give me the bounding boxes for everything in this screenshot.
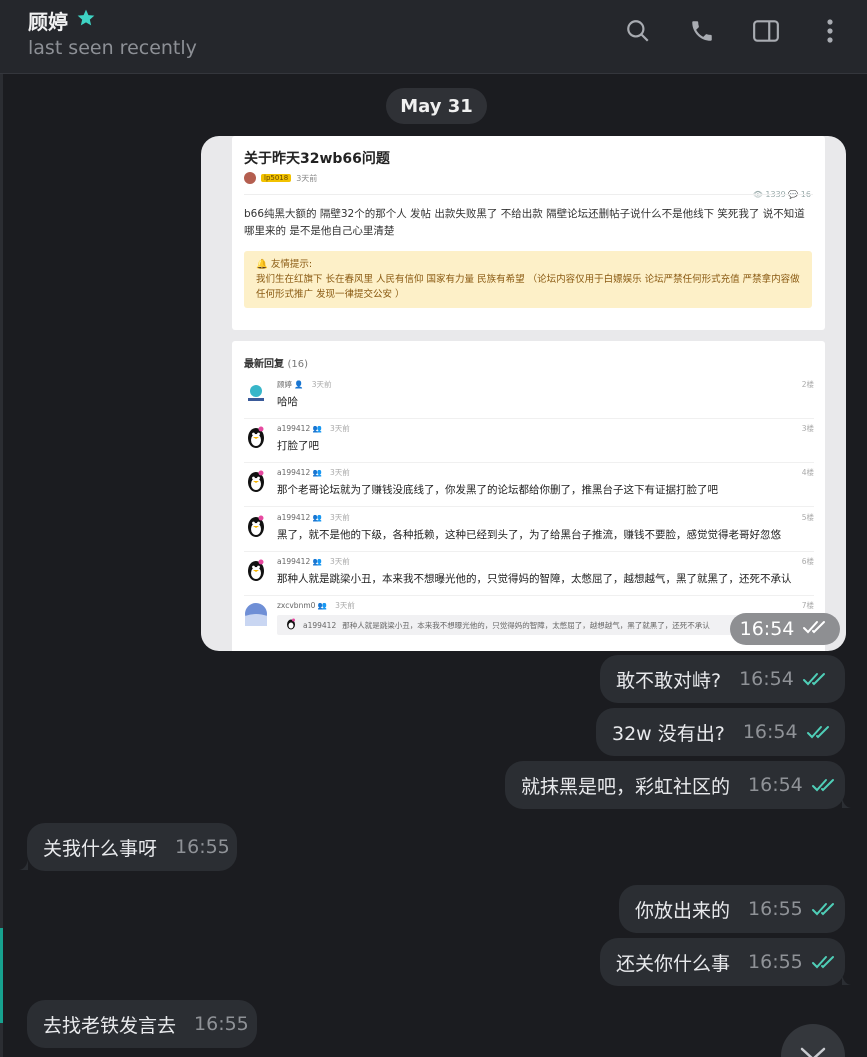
message-time: 16:55	[175, 836, 230, 858]
reply-user: a199412 👥 3天前	[277, 468, 350, 477]
avatar	[244, 602, 268, 626]
reply-item: a199412 👥 3天前 6楼 那种人就是跳梁小丑，本来我不想曝光他的，只觉得妈…	[244, 552, 814, 596]
bubble-tail	[842, 798, 852, 808]
image-message[interactable]: 关于昨天32wb66问题 lp5018 3天前 👁 1339 💬 16 b66纯…	[201, 136, 846, 651]
message-time: 16:55	[748, 898, 803, 920]
date-separator: May 31	[386, 88, 487, 124]
reply-text: 黑了，就不是他的下级，各种抵赖，这种已经到头了，为了给黑台子推流，赚钱不要脸，感…	[277, 529, 781, 541]
reply-text: 那种人就是跳梁小丑，本来我不想曝光他的，只觉得妈的智障，太憋屈了，越想越气，黑了…	[277, 573, 792, 585]
reply-item: 顾婷 👤 3天前 2楼 哈哈	[244, 375, 814, 419]
quote-user: a199412	[303, 620, 337, 630]
more-vert-icon[interactable]	[813, 14, 847, 48]
reply-floor: 5楼	[801, 513, 814, 522]
message-out[interactable]: 敢不敢对峙? 16:54	[600, 655, 845, 703]
post-card: 关于昨天32wb66问题 lp5018 3天前 👁 1339 💬 16 b66纯…	[232, 136, 825, 330]
reply-user: a199412 👥 3天前	[277, 424, 350, 433]
penguin-icon	[285, 618, 297, 632]
reply-text: 那个老哥论坛就为了赚钱没底线了，你发黑了的论坛都给你删了，推黑台子这下有证据打脸…	[277, 484, 718, 496]
contact-name[interactable]: 顾婷	[28, 6, 68, 35]
double-check-icon	[802, 671, 830, 687]
reply-user: zxcvbnm0 👥 3天前	[277, 601, 355, 610]
message-out[interactable]: 32w 没有出? 16:54	[596, 708, 845, 756]
bubble-tail	[18, 860, 28, 870]
message-text: 32w 没有出?	[612, 722, 725, 745]
chevron-down-icon	[799, 1046, 827, 1057]
contact-status: last seen recently	[28, 37, 197, 59]
reply-text: 哈哈	[277, 396, 298, 408]
message-time: 16:54	[742, 721, 798, 743]
notice-title: 🔔 友情提示:	[256, 259, 313, 270]
double-check-icon	[811, 777, 839, 793]
notice-box: 🔔 友情提示: 我们生在红旗下 长在春风里 人民有信仰 国家有力量 民族有希望 …	[244, 251, 812, 308]
avatar	[244, 381, 268, 405]
chat-header: 顾婷 last seen recently	[0, 0, 867, 74]
reply-text: 打脸了吧	[277, 440, 319, 452]
post-meta: lp5018 3天前	[244, 172, 317, 184]
message-text: 敢不敢对峙?	[616, 669, 722, 692]
penguin-avatar	[244, 558, 268, 582]
message-out[interactable]: 就抹黑是吧，彩虹社区的 16:54	[505, 761, 845, 809]
reply-floor: 2楼	[801, 380, 814, 389]
message-time: 16:55	[748, 951, 803, 973]
reply-item: a199412 👥 3天前 3楼 打脸了吧	[244, 419, 814, 463]
phone-icon[interactable]	[685, 14, 719, 48]
replies-card: 最新回复 (16) 顾婷 👤 3天前 2楼 哈哈 a199412 👥 3天前 3楼 …	[232, 341, 825, 651]
reply-floor: 7楼	[801, 601, 814, 610]
double-check-icon	[811, 901, 839, 917]
scroll-to-bottom-button[interactable]	[781, 1024, 845, 1057]
contact-name-row[interactable]: 顾婷	[28, 6, 96, 35]
penguin-avatar	[244, 425, 268, 449]
post-time: 3天前	[296, 173, 318, 183]
double-check-icon	[806, 724, 834, 740]
message-time: 16:55	[194, 1013, 249, 1035]
message-in[interactable]: 去找老铁发言去 16:55	[27, 1000, 257, 1048]
image-time: 16:54	[730, 613, 840, 645]
post-body: b66纯黑大额的 隔壁32个的那个人 发帖 出款失败黑了 不给出款 隔壁论坛还删…	[244, 208, 805, 237]
reply-item: zxcvbnm0 👥 3天前 7楼 a199412 那种人就是跳梁小丑，本来我不想…	[244, 596, 814, 640]
sidebar-toggle-icon[interactable]	[749, 14, 783, 48]
author-tag: lp5018	[261, 174, 292, 182]
post-title: 关于昨天32wb66问题	[244, 151, 390, 167]
header-actions	[621, 14, 847, 48]
message-out[interactable]: 你放出来的 16:55	[619, 885, 845, 933]
message-text: 就抹黑是吧，彩虹社区的	[521, 775, 731, 798]
star-icon	[76, 8, 96, 33]
quote-text: 那种人就是跳梁小丑，本来我不想曝光他的，只觉得妈的智障，太憋屈了，越想越气，黑了…	[342, 620, 710, 630]
chat-window: 顾婷 last seen recently May 31 关于昨天32wb66问…	[0, 0, 867, 1057]
replies-heading: 最新回复 (16)	[244, 359, 309, 370]
message-in[interactable]: 关我什么事呀 16:55	[27, 823, 237, 871]
reply-item: a199412 👥 3天前 4楼 那个老哥论坛就为了赚钱没底线了，你发黑了的论坛都…	[244, 463, 814, 507]
reply-floor: 4楼	[801, 468, 814, 477]
double-check-icon	[802, 618, 830, 640]
author-avatar	[244, 172, 256, 184]
reply-item: a199412 👥 3天前 5楼 黑了，就不是他的下级，各种抵赖，这种已经到头了，…	[244, 508, 814, 552]
message-time: 16:54	[748, 774, 803, 796]
replies-count: (16)	[287, 359, 309, 370]
reply-user: a199412 👥 3天前	[277, 557, 350, 566]
message-text: 你放出来的	[635, 899, 731, 922]
search-icon[interactable]	[621, 14, 655, 48]
double-check-icon	[811, 954, 839, 970]
message-out[interactable]: 还关你什么事 16:55	[600, 938, 845, 986]
reply-floor: 6楼	[801, 557, 814, 566]
reply-user: a199412 👥 3天前	[277, 513, 350, 522]
penguin-avatar	[244, 514, 268, 538]
message-text: 关我什么事呀	[43, 837, 158, 860]
notice-text: 我们生在红旗下 长在春风里 人民有信仰 国家有力量 民族有希望 （论坛内容仅用于…	[256, 274, 800, 300]
message-time: 16:54	[739, 668, 794, 690]
reply-user: 顾婷 👤 3天前	[277, 380, 332, 389]
left-panel-accent	[0, 928, 3, 1023]
left-panel-edge	[0, 74, 3, 1057]
bubble-tail	[842, 975, 852, 985]
reply-floor: 3楼	[801, 424, 814, 433]
message-text: 去找老铁发言去	[43, 1014, 177, 1037]
penguin-avatar	[244, 469, 268, 493]
divider	[244, 194, 813, 195]
message-text: 还关你什么事	[616, 952, 731, 975]
